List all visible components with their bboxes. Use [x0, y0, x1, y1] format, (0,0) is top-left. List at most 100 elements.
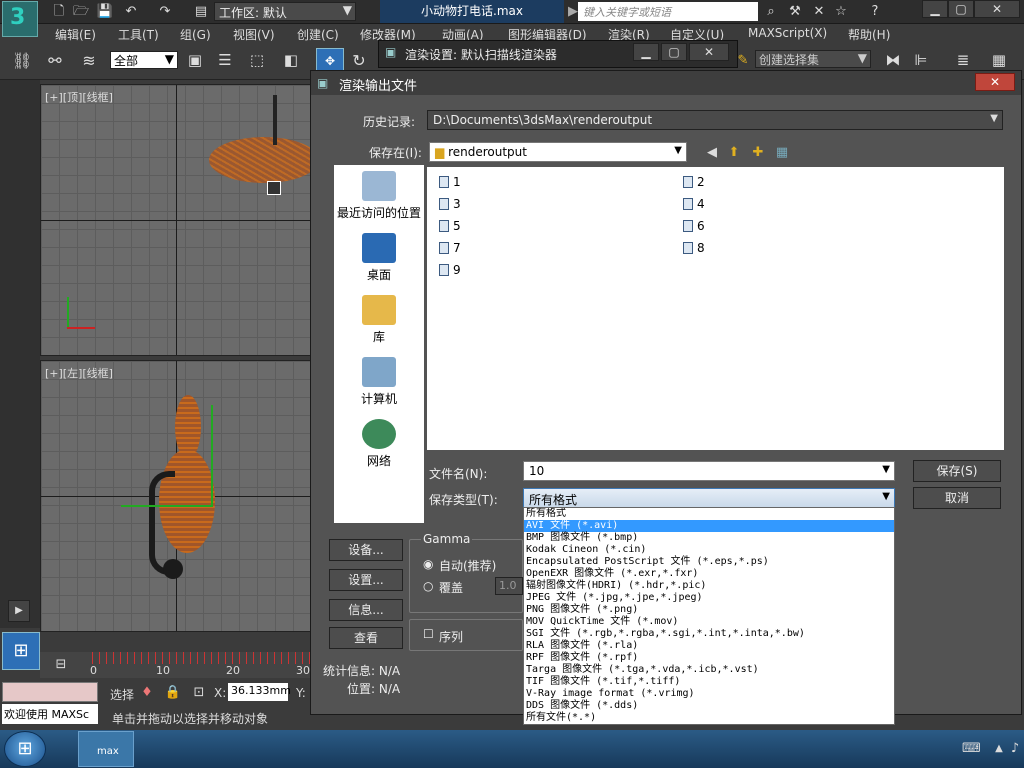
render-setup-close[interactable]: ✕ [689, 43, 729, 61]
mini-curve-editor-icon[interactable]: ⊟ [52, 656, 70, 673]
tools-icon[interactable]: ⚒ [786, 3, 804, 20]
devices-button[interactable]: 设备... [329, 539, 403, 561]
gamma-override-radio[interactable]: ○ [423, 579, 433, 593]
file-item[interactable]: 6 [683, 219, 705, 233]
file-type-option[interactable]: OpenEXR 图像文件 (*.exr,*.fxr) [524, 568, 894, 580]
history-combo[interactable]: D:\Documents\3dsMax\renderoutput ▼ [427, 110, 1003, 130]
bind-spacewarp-icon[interactable]: ≋ [80, 52, 98, 69]
maximize-button[interactable]: ▢ [948, 0, 974, 18]
place-libraries[interactable]: 库 [334, 295, 424, 345]
project-folder-icon[interactable]: ▤ [192, 3, 210, 20]
viewport-label-top[interactable]: [+][顶][线框] [45, 89, 113, 105]
maxscript-listener-mini[interactable] [2, 682, 98, 702]
render-setup-maximize[interactable]: ▢ [661, 43, 687, 61]
undo-icon[interactable]: ↶ [122, 3, 140, 20]
gamma-auto-radio[interactable]: ◉ [423, 557, 433, 571]
viewport-label-left[interactable]: [+][左][线框] [45, 365, 113, 381]
menu-view[interactable]: 视图(V) [233, 26, 275, 43]
up-folder-icon[interactable]: ⬆ [725, 144, 743, 161]
info-button[interactable]: 信息... [329, 599, 403, 621]
workspace-select[interactable]: 工作区: 默认 ▼ [214, 2, 356, 21]
viewport-layout-button[interactable]: ⊞ [2, 632, 40, 670]
save-type-dropdown[interactable]: 所有格式 AVI 文件 (*.avi) BMP 图像文件 (*.bmp) Kod… [523, 507, 895, 725]
file-type-option[interactable]: MOV QuickTime 文件 (*.mov) [524, 616, 894, 628]
render-setup-window[interactable]: ▣ 渲染设置: 默认扫描线渲染器 ▁ ▢ ✕ [378, 40, 738, 68]
file-type-option[interactable]: 辐射图像文件(HDRI) (*.hdr,*.pic) [524, 580, 894, 592]
app-logo[interactable]: 3 [2, 1, 38, 37]
menu-help[interactable]: 帮助(H) [848, 26, 890, 43]
menu-group[interactable]: 组(G) [180, 26, 211, 43]
mirror-icon[interactable]: ⧓ [884, 52, 902, 69]
exchange-icon[interactable]: ✕ [810, 3, 828, 20]
file-type-option[interactable]: V-Ray image format (*.vrimg) [524, 688, 894, 700]
dialog-close-button[interactable]: ✕ [975, 73, 1015, 91]
file-type-option[interactable]: RPF 图像文件 (*.rpf) [524, 652, 894, 664]
viewport-left[interactable]: [+][左][线框] [40, 360, 312, 632]
lock-icon[interactable]: 🔒 [164, 684, 182, 701]
file-type-option[interactable]: Encapsulated PostScript 文件 (*.eps,*.ps) [524, 556, 894, 568]
file-item[interactable]: 4 [683, 197, 705, 211]
menu-tools[interactable]: 工具(T) [118, 26, 159, 43]
file-type-option[interactable]: TIF 图像文件 (*.tif,*.tiff) [524, 676, 894, 688]
unlink-icon[interactable]: ⚯ [46, 52, 64, 69]
save-in-combo[interactable]: ▆ renderoutput ▼ [429, 142, 687, 162]
align-icon[interactable]: ⊫ [912, 52, 930, 69]
place-recent[interactable]: 最近访问的位置 [334, 171, 424, 221]
rect-selection-icon[interactable]: ⬚ [248, 52, 266, 69]
filename-input[interactable]: 10 ▼ [523, 461, 895, 481]
gamma-value-field[interactable]: 1.0 [495, 577, 523, 595]
help-icon[interactable]: ? [866, 3, 884, 20]
file-type-option-selected[interactable]: AVI 文件 (*.avi) [524, 520, 894, 532]
file-item[interactable]: 2 [683, 175, 705, 189]
play-expand-icon[interactable]: ▶ [8, 600, 30, 622]
minimize-button[interactable]: ▁ [922, 0, 948, 18]
timeline[interactable]: 0 10 20 30 [40, 652, 320, 678]
save-button[interactable]: 保存(S) [913, 460, 1001, 482]
open-file-icon[interactable]: 🗁 [72, 3, 90, 20]
selection-filter[interactable]: 全部 ▼ [110, 51, 178, 69]
file-type-option[interactable]: JPEG 文件 (*.jpg,*.jpe,*.jpeg) [524, 592, 894, 604]
taskbar-3dsmax[interactable]: max [78, 731, 134, 767]
named-selection-set[interactable]: 创建选择集 ▼ [755, 50, 871, 68]
window-crossing-icon[interactable]: ◧ [282, 52, 300, 69]
back-icon[interactable]: ◀ [703, 144, 721, 161]
cancel-button[interactable]: 取消 [913, 487, 1001, 509]
select-object-icon[interactable]: ▣ [186, 52, 204, 69]
place-computer[interactable]: 计算机 [334, 357, 424, 407]
new-folder-icon[interactable]: ✚ [749, 144, 767, 161]
file-type-option[interactable]: SGI 文件 (*.rgb,*.rgba,*.sgi,*.int,*.inta,… [524, 628, 894, 640]
isolate-icon[interactable]: ♦ [138, 684, 156, 701]
menu-edit[interactable]: 编辑(E) [55, 26, 96, 43]
setup-button[interactable]: 设置... [329, 569, 403, 591]
file-item[interactable]: 1 [439, 175, 461, 189]
viewport-top[interactable]: [+][顶][线框] [40, 84, 312, 356]
file-item[interactable]: 3 [439, 197, 461, 211]
new-file-icon[interactable]: 🗋 [50, 3, 68, 20]
rotate-icon[interactable]: ↻ [350, 52, 368, 69]
file-type-option[interactable]: PNG 图像文件 (*.png) [524, 604, 894, 616]
link-icon[interactable]: ⛓ [12, 52, 32, 69]
place-desktop[interactable]: 桌面 [334, 233, 424, 283]
file-type-option[interactable]: RLA 图像文件 (*.rla) [524, 640, 894, 652]
select-by-name-icon[interactable]: ☰ [216, 52, 234, 69]
file-type-option[interactable]: Targa 图像文件 (*.tga,*.vda,*.icb,*.vst) [524, 664, 894, 676]
graphite-tools-icon[interactable]: ▦ [990, 52, 1008, 69]
menu-create[interactable]: 创建(C) [297, 26, 339, 43]
binoculars-icon[interactable]: ⌕ [762, 3, 780, 20]
file-type-option[interactable]: BMP 图像文件 (*.bmp) [524, 532, 894, 544]
file-item[interactable]: 9 [439, 263, 461, 277]
save-icon[interactable]: 💾 [96, 3, 114, 20]
file-list[interactable]: 1 2 3 4 5 6 7 8 9 [427, 167, 1004, 450]
star-icon[interactable]: ☆ [832, 3, 850, 20]
x-coordinate-field[interactable]: 36.133mm [228, 683, 291, 701]
file-item[interactable]: 8 [683, 241, 705, 255]
redo-icon[interactable]: ↷ [156, 3, 174, 20]
view-button[interactable]: 查看 [329, 627, 403, 649]
place-network[interactable]: 网络 [334, 419, 424, 469]
file-type-option[interactable]: Kodak Cineon (*.cin) [524, 544, 894, 556]
close-button[interactable]: ✕ [974, 0, 1020, 18]
file-item[interactable]: 5 [439, 219, 461, 233]
sequence-checkbox[interactable]: ☐ [423, 627, 434, 641]
menu-maxscript[interactable]: MAXScript(X) [748, 26, 827, 40]
volume-icon[interactable]: ♪ [1006, 740, 1024, 757]
